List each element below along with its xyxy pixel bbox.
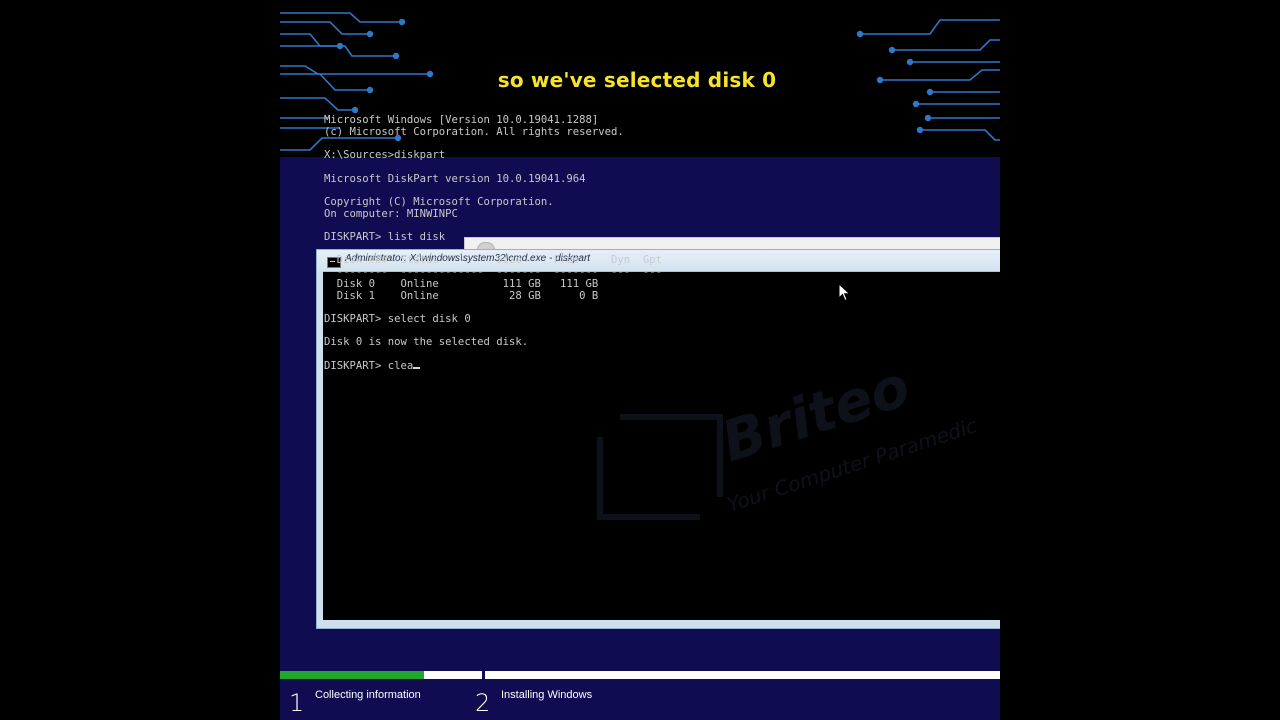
console-line: Disk 1 Online 28 GB 0 B <box>336 289 599 302</box>
circuit-line <box>860 19 1000 35</box>
console-line: On computer: MINWINPC <box>324 207 458 220</box>
mouse-cursor-icon <box>838 283 851 302</box>
console-line: (c) Microsoft Corporation. All rights re… <box>324 125 624 138</box>
circuit-line <box>280 33 340 47</box>
step-label: Collecting information <box>315 689 421 701</box>
setup-progress-bar <box>280 671 1000 679</box>
console-output[interactable]: Microsoft Windows [Version 10.0.19041.12… <box>324 114 984 372</box>
circuit-node <box>888 46 896 54</box>
circuit-node <box>398 18 406 26</box>
console-line: X:\Sources>diskpart <box>324 149 446 162</box>
watermark-logo: Briteo Your Computer Paramedic <box>597 367 980 520</box>
step-number: 1 <box>289 689 305 717</box>
step-number: 2 <box>475 689 491 717</box>
circuit-node <box>906 58 914 66</box>
setup-steps: 1 Collecting information 2 Installing Wi… <box>280 679 1000 720</box>
circuit-node <box>392 52 400 60</box>
circuit-line <box>280 12 402 23</box>
progress-step-divider <box>482 671 485 679</box>
console-line: Disk ### Status Size Free Dyn Gpt <box>336 254 663 267</box>
circuit-node <box>351 106 359 114</box>
circuit-line <box>280 97 355 111</box>
console-line: Copyright (C) Microsoft Corporation. <box>324 195 554 208</box>
console-input-line[interactable]: DISKPART> clea <box>324 360 413 372</box>
circuit-node <box>856 30 864 38</box>
circuit-node <box>912 100 920 108</box>
console-line: -------- ------------- ------- ------- -… <box>336 266 663 279</box>
console-line: DISKPART> list disk <box>324 231 446 244</box>
cmd-window-border-bottom <box>317 620 1000 628</box>
setup-progress-fill <box>280 671 424 679</box>
step-label: Installing Windows <box>501 689 593 701</box>
console-line: DISKPART> select disk 0 <box>324 312 471 325</box>
circuit-node <box>366 30 374 38</box>
console-line: Microsoft Windows [Version 10.0.19041.12… <box>324 114 599 126</box>
cmd-window-border <box>317 271 323 628</box>
console-line: Microsoft DiskPart version 10.0.19041.96… <box>324 172 586 185</box>
circuit-line <box>280 21 370 35</box>
video-frame: so we've selected disk 0 Administrator: … <box>280 0 1000 720</box>
console-line: Disk 0 is now the selected disk. <box>324 336 529 349</box>
caption-text: so we've selected disk 0 <box>497 68 777 92</box>
circuit-node <box>336 42 344 50</box>
console-line: Disk 0 Online 111 GB 111 GB <box>336 277 599 290</box>
circuit-line <box>892 39 1000 51</box>
text-cursor <box>413 366 421 369</box>
